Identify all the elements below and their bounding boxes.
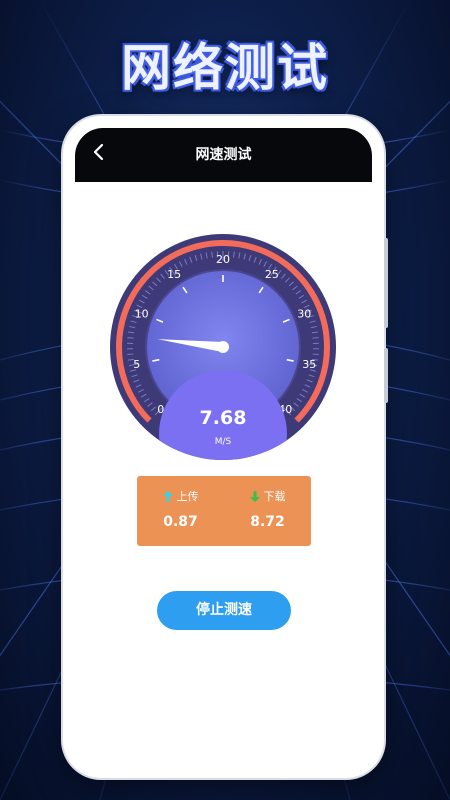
arrow-down-icon — [249, 490, 260, 502]
gauge-minor-tick — [211, 251, 213, 258]
gauge-minor-tick — [127, 337, 134, 339]
gauge-tick-label: 30 — [297, 307, 311, 320]
upload-value: 0.87 — [163, 514, 198, 530]
phone-side-button — [384, 348, 388, 403]
upload-label: 上传 — [176, 490, 199, 503]
download-label: 下载 — [263, 490, 286, 503]
upload-stat: 上传 0.87 — [137, 488, 224, 530]
app-header: 网速测试 — [75, 128, 372, 182]
download-stat: 下载 8.72 — [224, 488, 311, 530]
gauge-tick-label: 10 — [135, 307, 149, 320]
gauge-minor-tick — [233, 251, 235, 258]
promo-title: 网络测试 — [121, 39, 329, 97]
phone-frame: 网速测试 0 5 10 15 20 25 30 35 40 7.68 M/S 上… — [63, 116, 388, 778]
stop-test-button[interactable]: 停止测速 — [157, 591, 291, 630]
gauge-tick-label: 15 — [167, 268, 181, 281]
gauge-tick-label: 35 — [302, 358, 316, 371]
speed-unit: M/S — [215, 437, 232, 447]
gauge-tick-label: 20 — [216, 253, 230, 266]
arrow-up-icon — [162, 490, 173, 502]
home-bar — [75, 746, 372, 760]
page-title: 网速测试 — [195, 147, 252, 163]
gauge-tick-label: 25 — [265, 268, 279, 281]
phone-side-button — [384, 238, 388, 328]
speed-gauge: 0510152025303540 7.68 M/S — [110, 234, 336, 460]
speed-value: 7.68 — [200, 407, 247, 429]
speed-stats-card: 上传 0.87 下载 8.72 — [137, 476, 311, 546]
app-screen: 网速测试 0 5 10 15 20 25 30 35 40 7.68 M/S 上… — [75, 128, 372, 760]
download-value: 8.72 — [250, 514, 285, 530]
gauge-minor-tick — [312, 337, 319, 339]
gauge-needle-hub — [217, 341, 229, 353]
gauge-tick-label: 5 — [133, 358, 140, 371]
